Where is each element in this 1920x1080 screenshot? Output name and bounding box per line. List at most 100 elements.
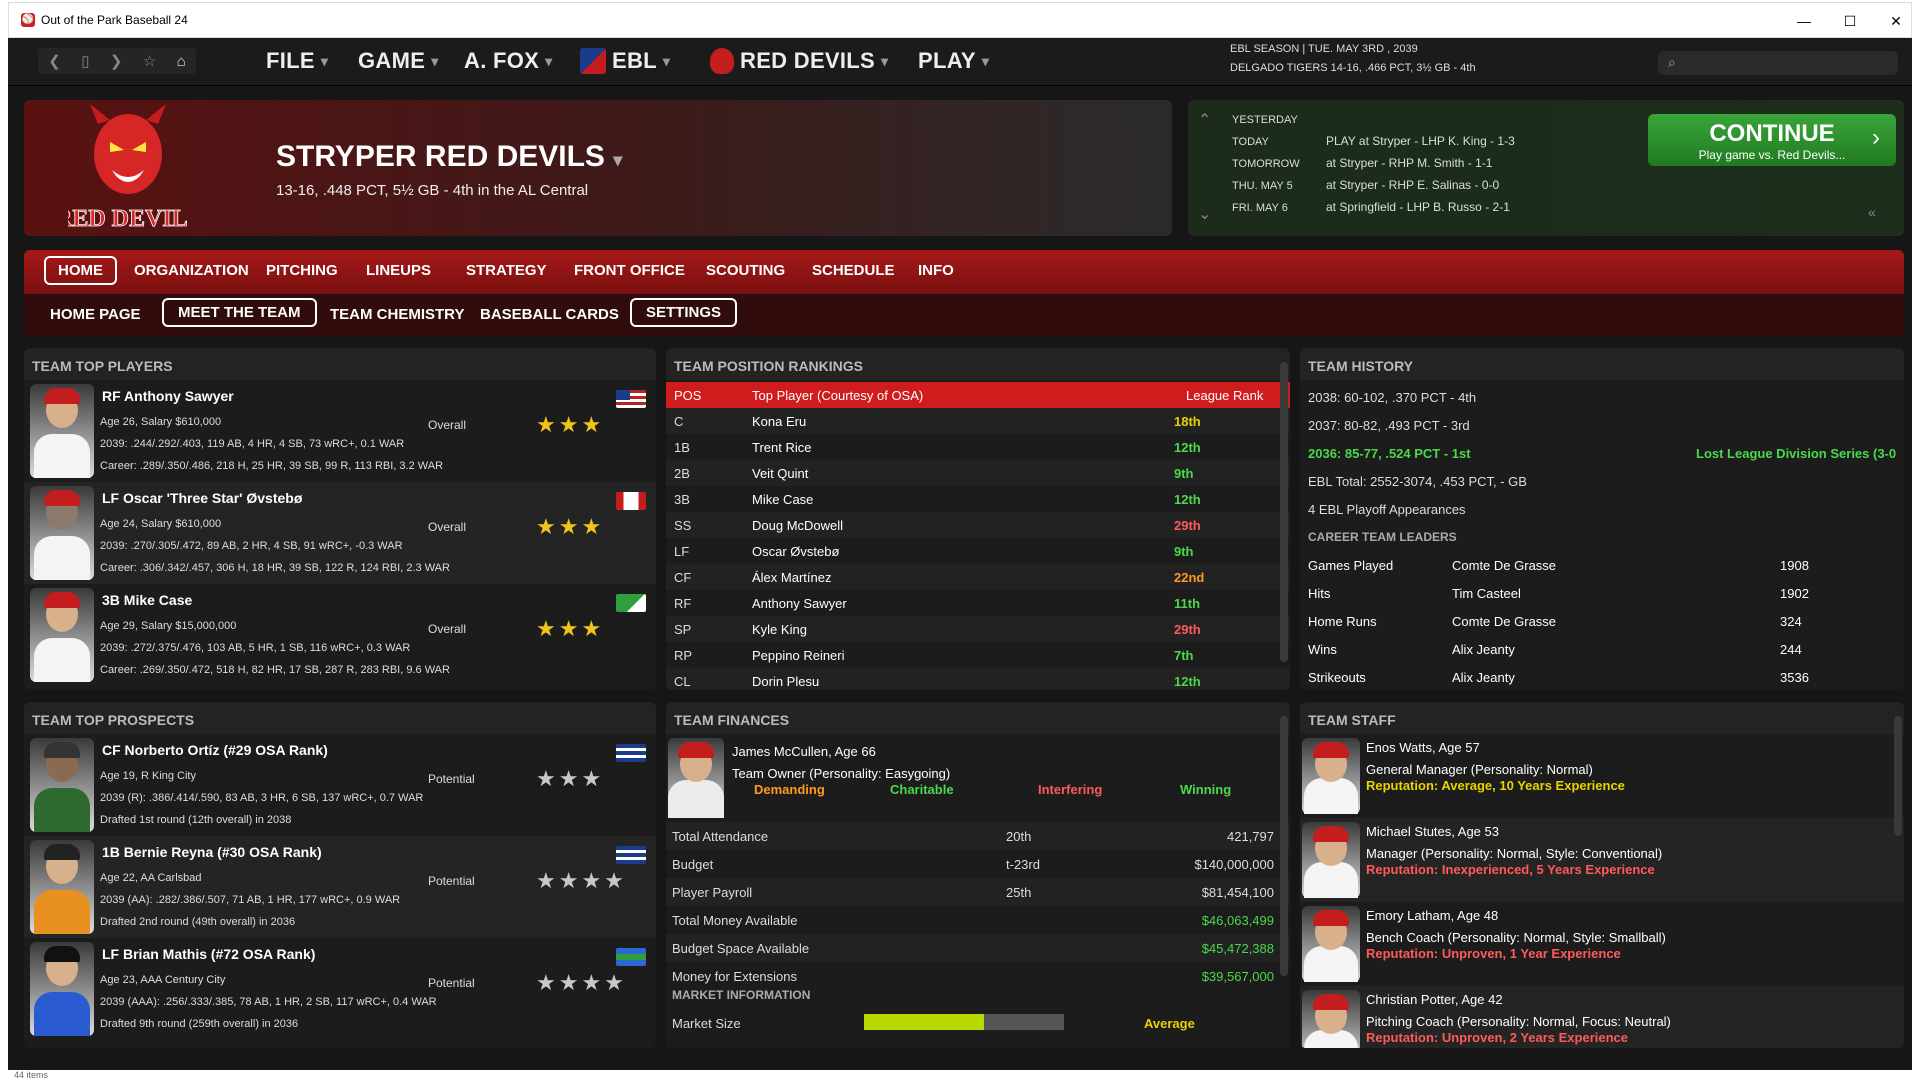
tab-organization[interactable]: ORGANIZATION	[122, 260, 261, 281]
prospect-row[interactable]: 1B Bernie Reyna (#30 OSA Rank) Age 22, A…	[24, 836, 656, 938]
menu-file[interactable]: FILE ▾	[266, 48, 328, 74]
ranking-row[interactable]: 1B Trent Rice 12th	[666, 434, 1290, 460]
tab-pitching[interactable]: PITCHING	[254, 260, 350, 281]
market-size-bar	[864, 1014, 1064, 1030]
tab-home[interactable]: HOME	[44, 256, 117, 285]
ranking-row[interactable]: RP Peppino Reineri 7th	[666, 642, 1290, 668]
player-info: Age 23, AAA Century City	[100, 974, 226, 986]
ranking-row[interactable]: RF Anthony Sawyer 11th	[666, 590, 1290, 616]
close-button[interactable]: ✕	[1873, 3, 1919, 39]
player-name[interactable]: 3B Mike Case	[102, 592, 192, 608]
ranking-row[interactable]: 2B Veit Quint 9th	[666, 460, 1290, 486]
subtab-meet-the-team[interactable]: MEET THE TEAM	[162, 298, 317, 327]
back-icon[interactable]: ❮	[48, 52, 61, 70]
staff-row[interactable]: Christian Potter, Age 42 Pitching Coach (…	[1300, 986, 1904, 1048]
menu-manager[interactable]: A. FOX ▾	[464, 48, 552, 74]
schedule-row[interactable]: TODAY PLAY at Stryper - LHP K. King - 1-3	[1232, 134, 1515, 148]
leader-row[interactable]: Games Played Comte De Grasse 1908	[1300, 552, 1904, 578]
player-row[interactable]: LF Oscar 'Three Star' Øvstebø Age 24, Sa…	[24, 482, 656, 584]
ranking-row[interactable]: CF Álex Martínez 22nd	[666, 564, 1290, 590]
ranking-player[interactable]: Mike Case	[752, 492, 813, 507]
prospect-row[interactable]: LF Brian Mathis (#72 OSA Rank) Age 23, A…	[24, 938, 656, 1040]
menu-play[interactable]: PLAY ▾	[918, 48, 989, 74]
leader-name[interactable]: Tim Casteel	[1452, 586, 1521, 601]
schedule-row[interactable]: FRI. MAY 6 at Springfield - LHP B. Russo …	[1232, 200, 1510, 214]
leader-row[interactable]: Hits Tim Casteel 1902	[1300, 580, 1904, 606]
menu-team[interactable]: RED DEVILS ▾	[710, 48, 888, 74]
search-input[interactable]: ⌕	[1658, 51, 1898, 75]
tab-front-office[interactable]: FRONT OFFICE	[562, 260, 697, 281]
ranking-player[interactable]: Álex Martínez	[752, 570, 831, 585]
scrollbar[interactable]	[1280, 704, 1288, 1046]
leader-row[interactable]: Strikeouts Alix Jeanty 3536	[1300, 664, 1904, 690]
ranking-player[interactable]: Veit Quint	[752, 466, 808, 481]
prospect-row[interactable]: CF Norberto Ortíz (#29 OSA Rank) Age 19,…	[24, 734, 656, 836]
player-name[interactable]: LF Brian Mathis (#72 OSA Rank)	[102, 946, 315, 962]
staff-row[interactable]: Emory Latham, Age 48 Bench Coach (Persona…	[1300, 902, 1904, 986]
home-icon[interactable]: ⌂	[177, 53, 186, 70]
ranking-row[interactable]: C Kona Eru 18th	[666, 408, 1290, 434]
ranking-row[interactable]: SP Kyle King 29th	[666, 616, 1290, 642]
menu-league-label: EBL	[612, 48, 657, 73]
tab-strategy[interactable]: STRATEGY	[454, 260, 559, 281]
subtab-team-chemistry[interactable]: TEAM CHEMISTRY	[320, 304, 474, 325]
owner-name[interactable]: James McCullen, Age 66	[732, 744, 876, 759]
ranking-rank: 9th	[1174, 466, 1194, 481]
leader-name[interactable]: Comte De Grasse	[1452, 614, 1556, 629]
ranking-player[interactable]: Oscar Øvstebø	[752, 544, 839, 559]
leader-row[interactable]: Home Runs Comte De Grasse 324	[1300, 608, 1904, 634]
staff-name[interactable]: Emory Latham, Age 48	[1366, 908, 1498, 923]
ranking-player[interactable]: Dorin Plesu	[752, 674, 819, 689]
player-name[interactable]: CF Norberto Ortíz (#29 OSA Rank)	[102, 742, 328, 758]
player-row[interactable]: RF Anthony Sawyer Age 26, Salary $610,00…	[24, 380, 656, 482]
menu-game[interactable]: GAME ▾	[358, 48, 439, 74]
maximize-button[interactable]: ☐	[1827, 3, 1873, 39]
tab-info[interactable]: INFO	[906, 260, 966, 281]
scrollbar[interactable]	[1894, 704, 1902, 1046]
ranking-row[interactable]: SS Doug McDowell 29th	[666, 512, 1290, 538]
ranking-player[interactable]: Doug McDowell	[752, 518, 843, 533]
forward-icon[interactable]: ❯	[110, 52, 123, 70]
menu-league[interactable]: EBL ▾	[580, 48, 670, 74]
scrollbar[interactable]	[1280, 350, 1288, 688]
minimize-button[interactable]: —	[1781, 3, 1827, 39]
staff-row[interactable]: Michael Stutes, Age 53 Manager (Personali…	[1300, 818, 1904, 902]
subtab-home-page[interactable]: HOME PAGE	[40, 304, 151, 325]
team-name[interactable]: STRYPER RED DEVILS ▾	[276, 140, 622, 174]
subtab-settings[interactable]: SETTINGS	[630, 298, 738, 327]
staff-name[interactable]: Michael Stutes, Age 53	[1366, 824, 1499, 839]
ranking-row[interactable]: LF Oscar Øvstebø 9th	[666, 538, 1290, 564]
schedule-row[interactable]: YESTERDAY	[1232, 112, 1326, 126]
subtab-baseball-cards[interactable]: BASEBALL CARDS	[470, 304, 629, 325]
ranking-player[interactable]: Kona Eru	[752, 414, 806, 429]
ranking-row[interactable]: 3B Mike Case 12th	[666, 486, 1290, 512]
player-name[interactable]: LF Oscar 'Three Star' Øvstebø	[102, 490, 302, 506]
chevron-up-icon[interactable]: ⌃	[1198, 110, 1211, 130]
schedule-row[interactable]: TOMORROW at Stryper - RHP M. Smith - 1-1	[1232, 156, 1492, 170]
finance-value: $45,472,388	[1201, 941, 1274, 956]
leader-name[interactable]: Comte De Grasse	[1452, 558, 1556, 573]
page-icon[interactable]: ▯	[81, 52, 89, 70]
continue-button[interactable]: CONTINUE Play game vs. Red Devils... ›	[1648, 114, 1896, 166]
collapse-icon[interactable]: «	[1868, 204, 1876, 220]
ranking-row[interactable]: CL Dorin Plesu 12th	[666, 668, 1290, 690]
staff-name[interactable]: Enos Watts, Age 57	[1366, 740, 1480, 755]
ranking-player[interactable]: Peppino Reineri	[752, 648, 845, 663]
leader-name[interactable]: Alix Jeanty	[1452, 642, 1515, 657]
ranking-player[interactable]: Anthony Sawyer	[752, 596, 847, 611]
staff-name[interactable]: Christian Potter, Age 42	[1366, 992, 1503, 1007]
player-name[interactable]: 1B Bernie Reyna (#30 OSA Rank)	[102, 844, 322, 860]
tab-schedule[interactable]: SCHEDULE	[800, 260, 907, 281]
player-name[interactable]: RF Anthony Sawyer	[102, 388, 234, 404]
ranking-player[interactable]: Trent Rice	[752, 440, 811, 455]
staff-row[interactable]: Enos Watts, Age 57 General Manager (Perso…	[1300, 734, 1904, 818]
leader-name[interactable]: Alix Jeanty	[1452, 670, 1515, 685]
leader-row[interactable]: Wins Alix Jeanty 244	[1300, 636, 1904, 662]
tab-lineups[interactable]: LINEUPS	[354, 260, 443, 281]
chevron-down-icon[interactable]: ⌄	[1198, 204, 1211, 224]
ranking-player[interactable]: Kyle King	[752, 622, 807, 637]
tab-scouting[interactable]: SCOUTING	[694, 260, 797, 281]
player-row[interactable]: 3B Mike Case Age 29, Salary $15,000,000 …	[24, 584, 656, 686]
schedule-row[interactable]: THU. MAY 5 at Stryper - RHP E. Salinas - …	[1232, 178, 1499, 192]
star-icon[interactable]: ☆	[143, 52, 156, 70]
